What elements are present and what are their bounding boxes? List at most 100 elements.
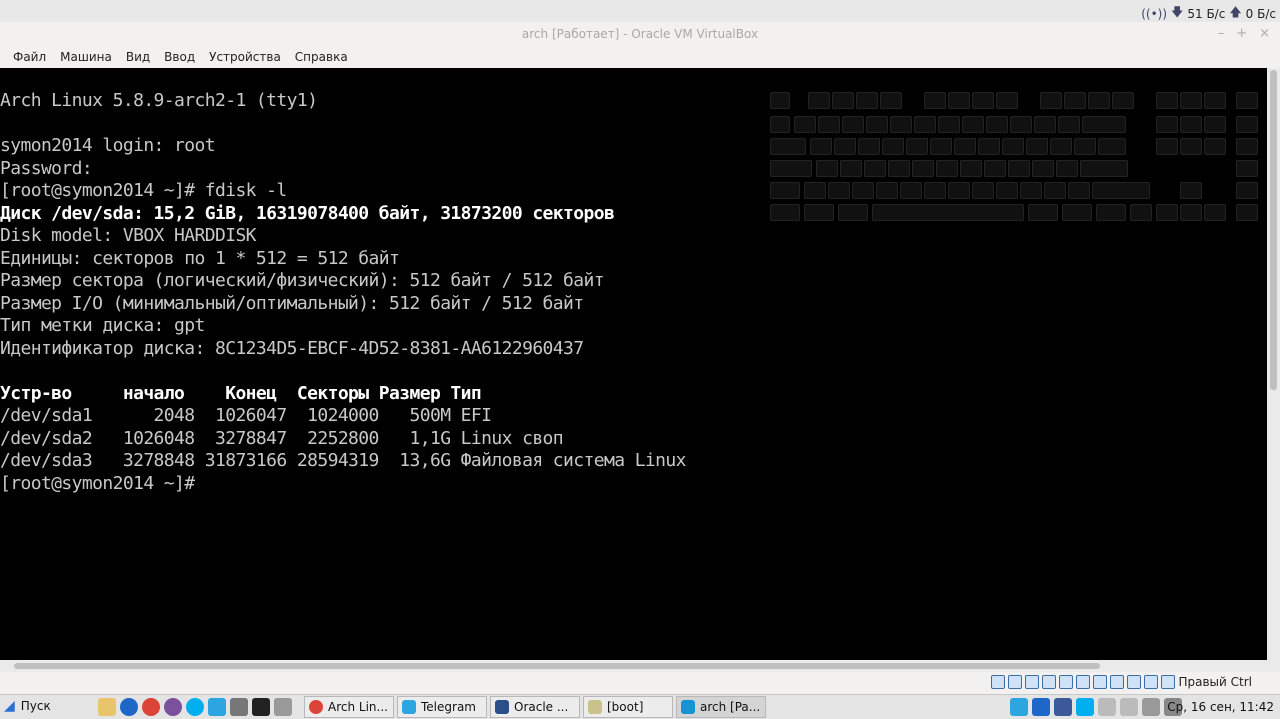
menu-file[interactable]: Файл <box>6 46 53 68</box>
keyboard-key <box>770 138 806 155</box>
usb-icon[interactable] <box>1059 675 1074 689</box>
terminal-line: Идентификатор диска: 8C1234D5-EBCF-4D52-… <box>0 337 584 359</box>
keyboard-key <box>1236 182 1258 199</box>
keyboard-key <box>804 204 834 221</box>
teamviewer-icon[interactable] <box>120 698 138 716</box>
storage-icon[interactable] <box>1142 698 1160 716</box>
menu-devices[interactable]: Устройства <box>202 46 288 68</box>
shared-folders-icon[interactable] <box>1076 675 1091 689</box>
keyboard-key <box>808 92 830 109</box>
chrome-icon[interactable] <box>142 698 160 716</box>
keyboard-key <box>890 116 912 133</box>
display-icon[interactable] <box>1093 675 1108 689</box>
volume-icon[interactable] <box>1120 698 1138 716</box>
screenshot-icon[interactable] <box>230 698 248 716</box>
hard-disk-icon[interactable] <box>991 675 1006 689</box>
net-upload-speed: 0 Б/с <box>1245 6 1276 21</box>
task-boot-folder[interactable]: [boot] <box>583 696 673 718</box>
maximize-icon[interactable]: + <box>1236 22 1247 46</box>
task-telegram[interactable]: Telegram <box>397 696 487 718</box>
keyboard-key <box>864 160 886 177</box>
audio-icon[interactable] <box>1025 675 1040 689</box>
soft-keyboard-overlay <box>770 92 1267 222</box>
keyboard-key <box>1058 116 1080 133</box>
host-key-label: Правый Ctrl <box>1178 675 1252 689</box>
menu-bar: Файл Машина Вид Ввод Устройства Справка <box>0 46 1280 68</box>
terminal-line: [root@symon2014 ~]# fdisk -l <box>0 180 287 201</box>
menu-help[interactable]: Справка <box>288 46 355 68</box>
vertical-scrollbar[interactable] <box>1267 68 1280 660</box>
microphone-icon[interactable] <box>1098 698 1116 716</box>
menu-input[interactable]: Ввод <box>157 46 202 68</box>
telegram-icon <box>402 700 416 714</box>
telegram-icon[interactable] <box>208 698 226 716</box>
clock[interactable]: Ср, 16 сен, 11:42 <box>1167 700 1274 714</box>
terminal-icon[interactable] <box>252 698 270 716</box>
file-manager-icon[interactable] <box>98 698 116 716</box>
keyboard-key <box>1236 160 1258 177</box>
keyboard-key <box>930 138 952 155</box>
mouse-integration-icon[interactable] <box>1144 675 1159 689</box>
start-label: Пуск <box>20 699 51 713</box>
menu-machine[interactable]: Машина <box>53 46 119 68</box>
network-icon[interactable] <box>1042 675 1057 689</box>
keyboard-key <box>888 160 910 177</box>
task-arch-linux[interactable]: Arch Lin... <box>304 696 394 718</box>
terminal-line: Password: <box>0 157 93 179</box>
scrollbar-thumb[interactable] <box>1270 70 1277 390</box>
close-icon[interactable]: × <box>1259 22 1270 46</box>
keyboard-key <box>1204 92 1226 109</box>
minimize-icon[interactable]: – <box>1218 22 1225 46</box>
window-titlebar[interactable]: arch [Работает] - Oracle VM VirtualBox <box>0 22 1280 46</box>
cpu-icon[interactable] <box>1127 675 1142 689</box>
keyboard-key <box>962 116 984 133</box>
optical-drive-icon[interactable] <box>1008 675 1023 689</box>
task-arch-vm[interactable]: arch [Pa... <box>676 696 766 718</box>
video-capture-icon[interactable] <box>1110 675 1125 689</box>
keyboard-key <box>880 92 902 109</box>
telegram-tray-icon[interactable] <box>1010 698 1028 716</box>
keyboard-key <box>1040 92 1062 109</box>
task-oracle-vm[interactable]: Oracle ... <box>490 696 580 718</box>
wifi-icon: ((•)) <box>1141 6 1168 21</box>
keyboard-key <box>1092 182 1150 199</box>
keyboard-key <box>1156 204 1178 221</box>
skype-icon[interactable] <box>186 698 204 716</box>
keyboard-layout-flag-icon[interactable] <box>1054 698 1072 716</box>
keyboard-key <box>1204 138 1226 155</box>
keyboard-key <box>1112 92 1134 109</box>
keyboard-key <box>948 182 970 199</box>
vm-display[interactable]: Arch Linux 5.8.9-arch2-1 (tty1) symon2014… <box>0 68 1267 660</box>
keyboard-key <box>1028 204 1058 221</box>
menu-view[interactable]: Вид <box>119 46 157 68</box>
keyboard-key <box>856 92 878 109</box>
folder-icon <box>588 700 602 714</box>
teamviewer-tray-icon[interactable] <box>1032 698 1050 716</box>
keyboard-key <box>832 92 854 109</box>
task-label: Arch Lin... <box>328 700 388 714</box>
skype-tray-icon[interactable] <box>1076 698 1094 716</box>
start-button[interactable]: ◢ Пуск <box>4 698 51 714</box>
network-speed-indicator[interactable]: ((•)) 🡇 51 Б/с 🡅 0 Б/с <box>1141 3 1276 24</box>
task-label: [boot] <box>607 700 644 714</box>
keyboard-key <box>872 204 1024 221</box>
keyboard-key <box>972 92 994 109</box>
keyboard-key <box>1096 204 1126 221</box>
keyboard-key <box>924 92 946 109</box>
keyboard-key <box>996 92 1018 109</box>
arrow-down-icon: 🡇 <box>1171 5 1184 19</box>
horizontal-scrollbar[interactable] <box>0 660 1280 672</box>
disk-icon[interactable] <box>274 698 292 716</box>
scrollbar-thumb[interactable] <box>14 663 1100 669</box>
viber-icon[interactable] <box>164 698 182 716</box>
keyboard-key <box>858 138 880 155</box>
keyboard-key <box>1236 92 1258 109</box>
virtualbox-window: arch [Работает] - Oracle VM VirtualBox –… <box>0 22 1280 672</box>
task-label: arch [Pa... <box>700 700 761 714</box>
keyboard-key <box>1204 116 1226 133</box>
vm-status-bar: Правый Ctrl <box>0 672 1280 694</box>
keyboard-key <box>1050 138 1072 155</box>
keyboard-key <box>834 138 856 155</box>
terminal-line: /dev/sda1 2048 1026047 1024000 500M EFI <box>0 405 492 426</box>
quick-launch <box>98 698 292 716</box>
